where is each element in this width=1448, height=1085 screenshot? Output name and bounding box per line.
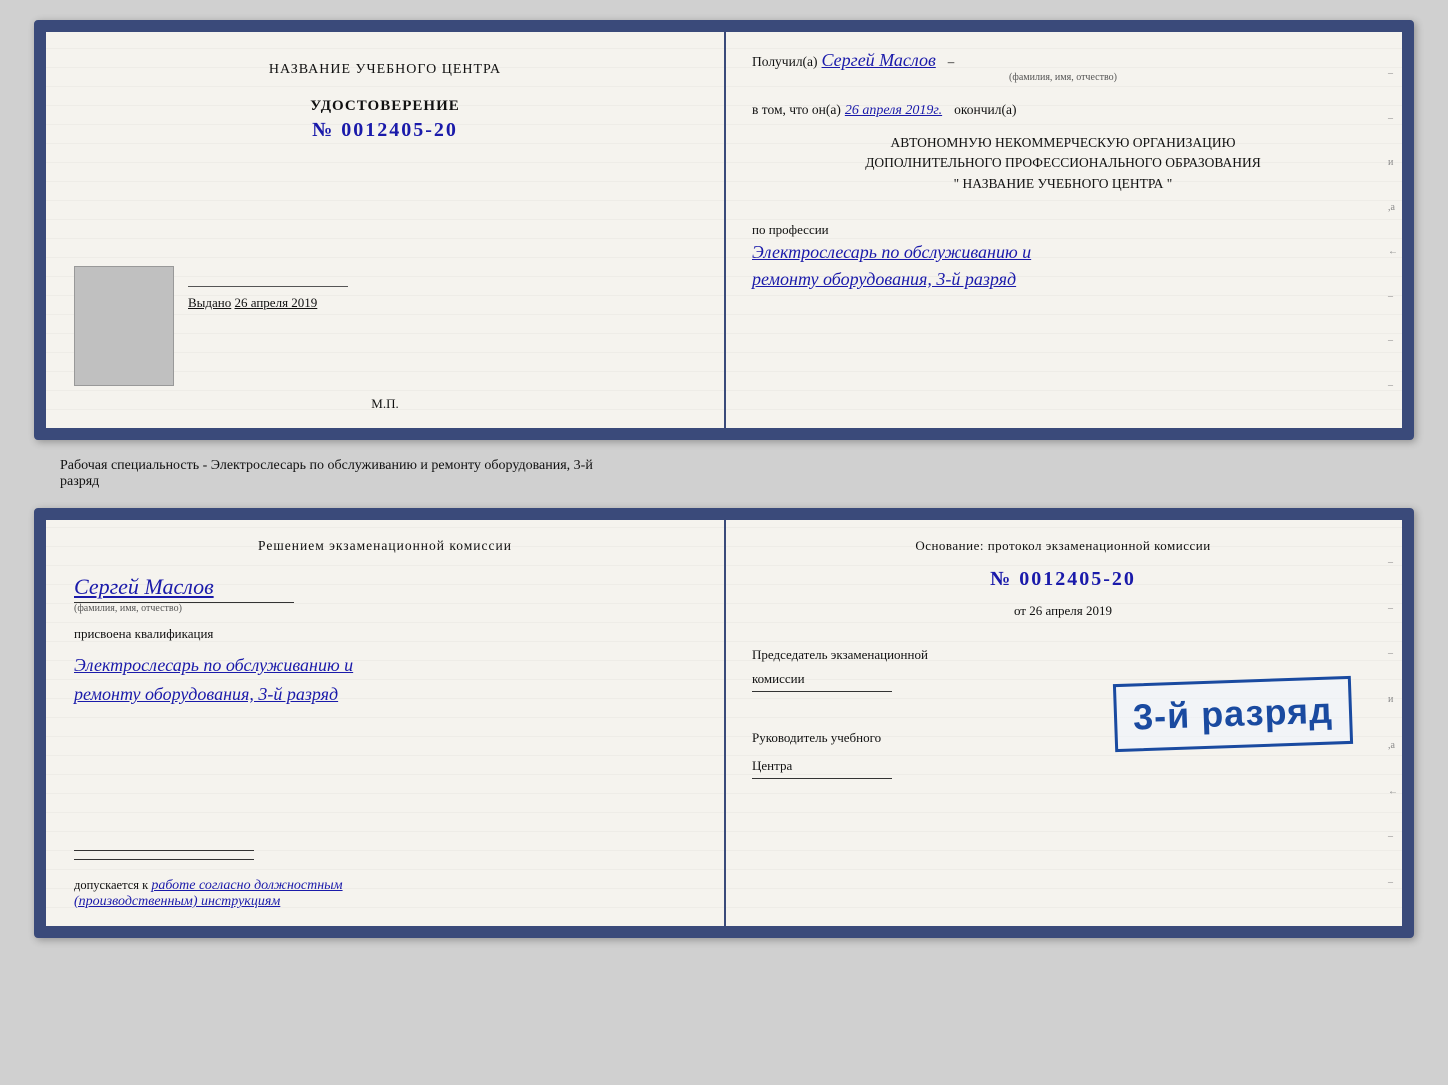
received-dash: – <box>948 54 955 69</box>
protocol-prefix: № <box>990 568 1012 590</box>
signature-line-2 <box>74 859 254 860</box>
edge-mark-back: ← <box>1388 247 1398 257</box>
bottom-certificate-card: Решением экзаменационной комиссии Сергей… <box>34 508 1414 938</box>
protocol-number-block: № 0012405-20 <box>752 568 1374 591</box>
ot-prefix: от <box>1014 603 1026 618</box>
po-professii: по профессии <box>752 222 1374 238</box>
issued-line: Выдано 26 апреля 2019 <box>188 295 696 311</box>
ot-date: 26 апреля 2019 <box>1029 603 1112 618</box>
label-between-text: Рабочая специальность - Электрослесарь п… <box>60 458 593 489</box>
signature-lines-block <box>74 834 696 860</box>
vtom-suffix: окончил(а) <box>954 102 1016 117</box>
predsedatel-sig-line <box>752 691 892 692</box>
fio-label-bottom: (фамилия, имя, отчество) <box>74 603 696 614</box>
predsedatel-label: Председатель экзаменационной <box>752 647 1374 663</box>
bottom-cert-right-panel: Основание: протокол экзаменационной коми… <box>724 520 1402 926</box>
label-between-cards: Рабочая специальность - Электрослесарь п… <box>60 458 593 490</box>
stamp: 3-й разряд <box>1113 676 1353 752</box>
bottom-edge-dash1: – <box>1388 558 1398 568</box>
cert-number-prefix: № <box>312 119 334 141</box>
cert-title: УДОСТОВЕРЕНИЕ <box>310 98 460 115</box>
dopusk-text2: (производственным) инструкциям <box>74 894 280 909</box>
qual-text-block: Электрослесарь по обслуживанию и ремонту… <box>74 650 696 708</box>
received-name: Сергей Маслов <box>822 50 936 71</box>
issued-date: 26 апреля 2019 <box>235 295 318 310</box>
edge-mark-dash3: – <box>1388 292 1398 302</box>
dopusk-block: допускается к работе согласно должностны… <box>74 878 696 910</box>
bottom-edge-dash3: – <box>1388 649 1398 659</box>
bottom-cert-left-panel: Решением экзаменационной комиссии Сергей… <box>46 520 724 926</box>
ot-date-block: от 26 апреля 2019 <box>752 603 1374 619</box>
stamp-text: 3-й разряд <box>1132 690 1333 738</box>
dopusk-text1: работе согласно должностным <box>151 878 342 893</box>
org-name-quotes: " НАЗВАНИЕ УЧЕБНОГО ЦЕНТРА " <box>752 174 1374 194</box>
bottom-edge-dash4: – <box>1388 832 1398 842</box>
top-cert-right-panel: Получил(а) Сергей Маслов – (фамилия, имя… <box>724 32 1402 428</box>
received-prefix: Получил(а) <box>752 54 818 69</box>
bottom-right-edge-marks: – – – и ,а ← – – <box>1388 540 1398 906</box>
protocol-number-value: 0012405-20 <box>1019 568 1136 590</box>
org-block: АВТОНОМНУЮ НЕКОММЕРЧЕСКУЮ ОРГАНИЗАЦИЮ ДО… <box>752 133 1374 194</box>
edge-mark-dash1: – <box>1388 69 1398 79</box>
vtom-date: 26 апреля 2019г. <box>845 103 942 118</box>
left-bottom-text: Выдано 26 апреля 2019 <box>188 256 696 311</box>
top-certificate-card: НАЗВАНИЕ УЧЕБНОГО ЦЕНТРА УДОСТОВЕРЕНИЕ №… <box>34 20 1414 440</box>
bottom-edge-dash2: – <box>1388 604 1398 614</box>
centra-label: Центра <box>752 758 1374 774</box>
person-name-big: Сергей Маслов <box>74 574 696 600</box>
edge-mark-dash2: – <box>1388 114 1398 124</box>
edge-mark-a: ,а <box>1388 203 1398 213</box>
profession-line2: ремонту оборудования, 3-й разряд <box>752 267 1374 292</box>
fio-label-top: (фамилия, имя, отчество) <box>752 72 1374 83</box>
qual-line2: ремонту оборудования, 3-й разряд <box>74 681 696 708</box>
bottom-edge-back: ← <box>1388 787 1398 797</box>
dopusk-prefix: допускается к <box>74 878 148 892</box>
edge-mark-i: и <box>1388 158 1398 168</box>
edge-mark-dash4: – <box>1388 336 1398 346</box>
received-line: Получил(а) Сергей Маслов – (фамилия, имя… <box>752 50 1374 83</box>
mp-label: М.П. <box>371 396 398 412</box>
vtom-prefix: в том, что он(а) <box>752 102 841 117</box>
bottom-edge-dash5: – <box>1388 878 1398 888</box>
decision-title: Решением экзаменационной комиссии <box>74 538 696 554</box>
qual-line1: Электрослесарь по обслуживанию и <box>74 652 696 679</box>
edge-mark-dash5: – <box>1388 381 1398 391</box>
profession-line1: Электрослесарь по обслуживанию и <box>752 240 1374 265</box>
org-line2: ДОПОЛНИТЕЛЬНОГО ПРОФЕССИОНАЛЬНОГО ОБРАЗО… <box>752 153 1374 173</box>
protocol-number: № 0012405-20 <box>990 568 1136 590</box>
photo-placeholder <box>74 266 174 386</box>
signature-line-1 <box>74 850 254 851</box>
cert-number: № 0012405-20 <box>310 119 460 142</box>
osnование-text: Основание: протокол экзаменационной коми… <box>752 538 1374 554</box>
vtom-line-block: в том, что он(а) 26 апреля 2019г. окончи… <box>752 101 1374 119</box>
cert-number-value: 0012405-20 <box>341 119 458 141</box>
top-cert-left-panel: НАЗВАНИЕ УЧЕБНОГО ЦЕНТРА УДОСТОВЕРЕНИЕ №… <box>46 32 724 428</box>
bottom-edge-a: ,а <box>1388 741 1398 751</box>
assigned-qual-label: присвоена квалификация <box>74 626 696 642</box>
top-org-name: НАЗВАНИЕ УЧЕБНОГО ЦЕНТРА <box>74 62 696 78</box>
profession-block: по профессии Электрослесарь по обслужива… <box>752 214 1374 292</box>
right-edge-marks: – – и ,а ← – – – <box>1388 52 1398 408</box>
rukovoditel-sig-line <box>752 778 892 779</box>
bottom-edge-i: и <box>1388 695 1398 705</box>
org-line1: АВТОНОМНУЮ НЕКОММЕРЧЕСКУЮ ОРГАНИЗАЦИЮ <box>752 133 1374 153</box>
issued-label: Выдано <box>188 295 231 310</box>
person-name-block: Сергей Маслов (фамилия, имя, отчество) <box>74 570 696 614</box>
